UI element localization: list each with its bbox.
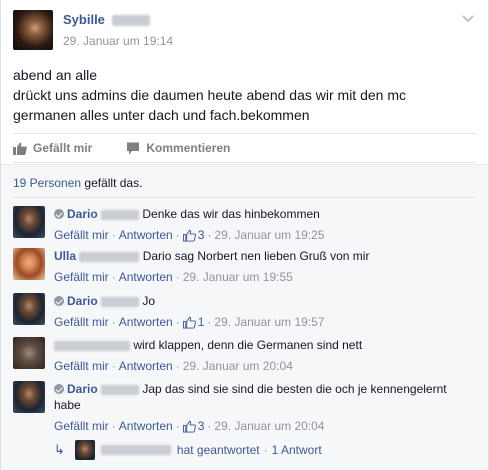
- comment-like-count[interactable]: 1: [198, 315, 205, 329]
- comment-reply-link[interactable]: Antworten: [119, 315, 173, 329]
- thumbs-up-icon: [182, 229, 196, 242]
- commenter-name[interactable]: Dario: [54, 294, 140, 308]
- post-timestamp[interactable]: 29. Januar um 19:14: [63, 34, 173, 48]
- redacted-surname: [101, 209, 140, 220]
- redacted-name: [54, 340, 130, 351]
- commenter-avatar[interactable]: [13, 206, 45, 238]
- commenter-avatar[interactable]: [13, 381, 45, 413]
- comment-like-link[interactable]: Gefällt mir: [54, 270, 109, 284]
- commenter-name[interactable]: Ulla: [54, 249, 140, 263]
- comment-reply-link[interactable]: Antworten: [119, 270, 173, 284]
- comment-text: Jo: [142, 294, 156, 308]
- thumbs-up-icon: [13, 142, 27, 155]
- comment-meta: Gefällt mir · Antworten · 3 · 29. Januar um 20…: [54, 419, 325, 433]
- thumbs-up-icon: [182, 316, 196, 329]
- author-first-name[interactable]: Sybille: [63, 12, 105, 27]
- comment-text: Denke das wir das hinbekommen: [142, 207, 320, 221]
- comment-timestamp[interactable]: 29. Januar um 20:04: [214, 419, 324, 433]
- likes-suffix: gefällt das.: [81, 176, 143, 190]
- commenter-name[interactable]: Dario: [54, 382, 140, 396]
- reply-summary[interactable]: ↳ hat geantwortet · 1 Antwort: [54, 440, 476, 460]
- reply-summary-text[interactable]: hat geantwortet: [177, 443, 260, 457]
- comment-like-count[interactable]: 3: [198, 419, 205, 433]
- like-button[interactable]: Gefällt mir: [13, 141, 92, 155]
- redacted-name: [100, 445, 171, 455]
- redacted-surname: [101, 296, 140, 307]
- comment-meta: Gefällt mir · Antworten · 3 · 29. Januar um 19…: [54, 228, 325, 242]
- comment-meta: Gefällt mir · Antworten · 29. Januar um 20:0…: [54, 359, 293, 373]
- post-card: Sybille 29. Januar um 19:14 abend an all…: [0, 0, 489, 470]
- comment-reply-link[interactable]: Antworten: [119, 228, 173, 242]
- comment-text: wird klappen, denn die Germanen sind net…: [133, 338, 363, 352]
- commenter-avatar[interactable]: [13, 248, 45, 280]
- comment-timestamp[interactable]: 29. Januar um 19:25: [214, 228, 324, 242]
- author-name[interactable]: Sybille: [63, 12, 150, 27]
- comment-like-link[interactable]: Gefällt mir: [54, 315, 109, 329]
- commenter-name[interactable]: Dario: [54, 207, 140, 221]
- redacted-surname: [101, 384, 140, 395]
- comment-reply-link[interactable]: Antworten: [119, 419, 173, 433]
- post-actions: Gefällt mir Kommentieren: [13, 133, 476, 163]
- post-text: abend an alle drückt uns admins die daum…: [13, 67, 406, 123]
- chevron-down-icon[interactable]: [462, 12, 474, 26]
- commenter-name[interactable]: [54, 338, 130, 352]
- moderator-check-icon: [54, 209, 64, 219]
- redacted-surname: [79, 251, 140, 262]
- comment-button[interactable]: Kommentieren: [126, 141, 230, 155]
- comment-timestamp[interactable]: 29. Januar um 19:57: [214, 315, 324, 329]
- comment-text: Dario sag Norbert nen lieben Gruß von mi…: [142, 249, 370, 263]
- comment-like-link[interactable]: Gefällt mir: [54, 359, 109, 373]
- post-header: Sybille 29. Januar um 19:14: [13, 10, 476, 54]
- moderator-check-icon: [54, 296, 64, 306]
- comment-meta: Gefällt mir · Antworten · 1 · 29. Januar um 19…: [54, 315, 325, 329]
- redacted-surname: [111, 15, 150, 27]
- replier-avatar: [74, 440, 95, 460]
- comment-like-link[interactable]: Gefällt mir: [54, 228, 109, 242]
- divider: [13, 197, 476, 198]
- moderator-check-icon: [54, 384, 64, 394]
- comment-timestamp[interactable]: 29. Januar um 19:55: [183, 270, 293, 284]
- comment-button-label: Kommentieren: [146, 141, 231, 155]
- comment-timestamp[interactable]: 29. Januar um 20:04: [183, 359, 293, 373]
- reply-count[interactable]: 1 Antwort: [272, 443, 322, 457]
- likes-count-link[interactable]: 19 Personen: [13, 176, 81, 190]
- comment-icon: [127, 142, 140, 154]
- separator-dot: ·: [263, 443, 268, 457]
- comment-like-link[interactable]: Gefällt mir: [54, 419, 109, 433]
- commenter-avatar[interactable]: [13, 293, 45, 325]
- like-button-label: Gefällt mir: [33, 141, 93, 155]
- comment-like-count[interactable]: 3: [198, 228, 205, 242]
- reply-arrow-icon: ↳: [54, 442, 65, 457]
- likes-summary: 19 Personen gefällt das.: [13, 176, 142, 190]
- comment-reply-link[interactable]: Antworten: [119, 359, 173, 373]
- author-avatar[interactable]: [13, 10, 53, 50]
- comment-meta: Gefällt mir · Antworten · 29. Januar um 19:5…: [54, 270, 293, 284]
- commenter-avatar[interactable]: [13, 337, 45, 369]
- thumbs-up-icon: [182, 420, 196, 433]
